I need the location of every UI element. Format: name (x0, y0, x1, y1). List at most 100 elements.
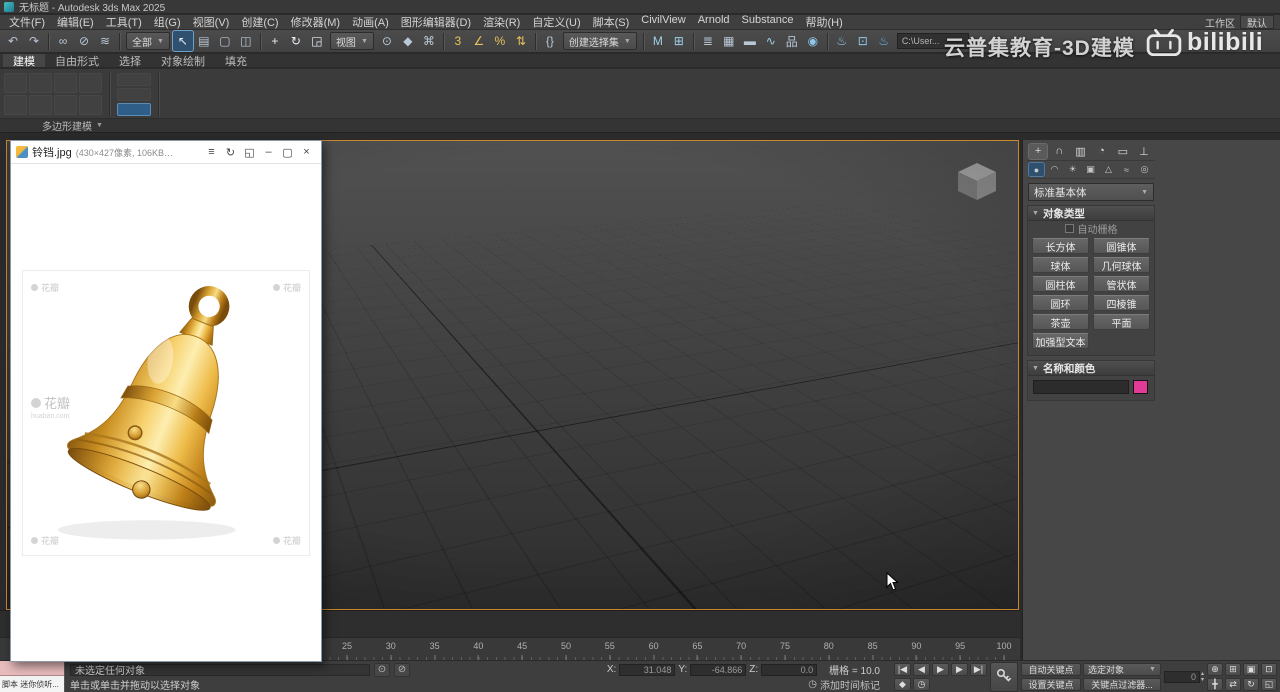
fullscreen-button[interactable]: ◱ (240, 143, 259, 161)
play-animation-button[interactable]: ▶ (932, 663, 949, 676)
angle-snap-toggle-icon[interactable]: ∠ (469, 31, 489, 51)
unlink-selection-icon[interactable]: ⊘ (74, 31, 94, 51)
object-button[interactable]: 四棱锥 (1093, 295, 1150, 311)
menu-item[interactable]: 帮助(H) (800, 14, 849, 30)
space-warps-category-icon[interactable]: ≈ (1119, 163, 1134, 176)
create-tab-icon[interactable]: + (1029, 144, 1047, 159)
ribbon-tool-button[interactable] (117, 88, 151, 101)
object-button[interactable]: 管状体 (1093, 276, 1150, 292)
set-key-button[interactable]: 设置关键点 (1021, 678, 1081, 691)
object-button[interactable]: 茶壶 (1032, 314, 1089, 330)
autogrid-checkbox[interactable]: 自动栅格 (1028, 221, 1154, 236)
curve-editor-icon[interactable]: ∿ (761, 31, 781, 51)
viewcube[interactable] (954, 159, 1000, 203)
ribbon-tool-button[interactable] (29, 95, 52, 115)
utilities-tab-icon[interactable]: ⊥ (1135, 144, 1153, 159)
y-coordinate-field[interactable]: -64.866 (690, 664, 746, 676)
previous-frame-button[interactable]: ◀ (913, 663, 930, 676)
use-pivot-center-icon[interactable]: ⊙ (377, 31, 397, 51)
selection-set-dropdown[interactable]: 选定对象 ▼ (1083, 663, 1161, 676)
isolate-selection-toggle[interactable]: ⊙ (374, 663, 390, 677)
selection-lock-toggle[interactable]: ⊘ (394, 663, 410, 677)
material-editor-icon[interactable]: ◉ (803, 31, 823, 51)
menu-item[interactable]: Arnold (692, 14, 736, 30)
select-and-rotate-icon[interactable]: ↻ (286, 31, 306, 51)
shapes-category-icon[interactable]: ◠ (1047, 163, 1062, 176)
toggle-layer-explorer-icon[interactable]: ▦ (719, 31, 739, 51)
select-by-name-icon[interactable]: ▤ (194, 31, 214, 51)
add-time-tag-button[interactable]: ◷ 添加时间标记 (808, 677, 880, 692)
menu-item[interactable]: 修改器(M) (285, 14, 347, 30)
ribbon-tool-button[interactable] (4, 73, 27, 93)
zoom-button[interactable]: ⊕ (1207, 663, 1223, 676)
frame-number-field[interactable]: 0 (1164, 671, 1200, 683)
next-frame-button[interactable]: ▶ (951, 663, 968, 676)
ribbon-tool-button[interactable] (117, 73, 151, 86)
ribbon-tool-button[interactable] (54, 95, 77, 115)
window-crossing-toggle-icon[interactable]: ◫ (236, 31, 256, 51)
menu-item[interactable]: 创建(C) (235, 14, 284, 30)
modify-tab-icon[interactable]: ∩ (1050, 144, 1068, 159)
lights-category-icon[interactable]: ☀ (1065, 163, 1080, 176)
hierarchy-tab-icon[interactable]: ▥ (1071, 144, 1089, 159)
frame-spinner[interactable]: ▴▾ (1201, 671, 1204, 683)
object-color-swatch[interactable] (1133, 380, 1148, 394)
select-object-icon[interactable]: ↖ (173, 31, 193, 51)
object-button[interactable]: 圆锥体 (1093, 238, 1150, 254)
ribbon-tool-button[interactable] (29, 73, 52, 93)
listener-macro-row[interactable] (0, 661, 64, 676)
ribbon-tool-button-active[interactable] (117, 103, 151, 116)
object-name-field[interactable] (1033, 380, 1129, 394)
object-button[interactable]: 圆环 (1032, 295, 1089, 311)
mirror-icon[interactable]: M (648, 31, 668, 51)
ribbon-tab[interactable]: 填充 (215, 54, 257, 67)
menu-item[interactable]: Substance (736, 14, 800, 30)
redo-icon[interactable]: ↷ (24, 31, 44, 51)
zoom-all-button[interactable]: ⊞ (1225, 663, 1241, 676)
display-tab-icon[interactable]: ▭ (1114, 144, 1132, 159)
select-and-manipulate-icon[interactable]: ◆ (398, 31, 418, 51)
maxscript-mini-listener[interactable]: 脚本 迷你侦听... (0, 661, 65, 692)
schematic-view-icon[interactable]: 品 (782, 31, 802, 51)
ribbon-tab[interactable]: 对象绘制 (151, 54, 215, 67)
menu-item[interactable]: 组(G) (148, 14, 187, 30)
zoom-region-button[interactable]: ⊡ (1261, 663, 1277, 676)
minimize-button[interactable]: – (259, 143, 278, 161)
object-button[interactable]: 加强型文本 (1032, 333, 1089, 349)
object-button[interactable]: 长方体 (1032, 238, 1089, 254)
menu-item[interactable]: 脚本(S) (587, 14, 636, 30)
key-filters-button[interactable]: 关键点过滤器... (1083, 678, 1161, 691)
viewer-menu-button[interactable]: ≡ (202, 143, 221, 161)
named-selection-sets-dropdown[interactable]: 创建选择集▼ (563, 32, 637, 50)
image-window-titlebar[interactable]: 铃铛.jpg (430×427像素, 106KB… ≡↻◱–▢× (11, 141, 321, 164)
workspace-dropdown[interactable]: 默认 (1240, 15, 1274, 29)
go-to-end-button[interactable]: ▶| (970, 663, 987, 676)
auto-key-button[interactable]: 自动关键点 (1021, 663, 1081, 676)
align-icon[interactable]: ⊞ (669, 31, 689, 51)
motion-tab-icon[interactable]: ◔ (1093, 144, 1111, 159)
object-button[interactable]: 球体 (1032, 257, 1089, 273)
spinner-snap-toggle-icon[interactable]: ⇅ (511, 31, 531, 51)
toggle-scene-explorer-icon[interactable]: ≣ (698, 31, 718, 51)
x-coordinate-field[interactable]: 31.048 (619, 664, 675, 676)
menu-item[interactable]: 文件(F) (3, 14, 51, 30)
primitive-type-dropdown[interactable]: 标准基本体 ▼ (1028, 183, 1154, 201)
helpers-category-icon[interactable]: △ (1101, 163, 1116, 176)
ribbon-tool-button[interactable] (79, 95, 102, 115)
reference-coordinate-dropdown[interactable]: 视图▼ (330, 32, 374, 50)
cameras-category-icon[interactable]: ▣ (1083, 163, 1098, 176)
ribbon-tool-button[interactable] (4, 95, 27, 115)
percent-snap-toggle-icon[interactable]: % (490, 31, 510, 51)
geometry-category-icon[interactable]: ● (1029, 163, 1044, 176)
close-button[interactable]: × (297, 143, 316, 161)
image-viewer-window[interactable]: 铃铛.jpg (430×427像素, 106KB… ≡↻◱–▢× (10, 140, 322, 662)
ribbon-footer[interactable]: 多边形建模 ▼ (0, 119, 1280, 133)
bind-to-space-warp-icon[interactable]: ≋ (95, 31, 115, 51)
z-coordinate-field[interactable]: 0.0 (761, 664, 817, 676)
menu-item[interactable]: 渲染(R) (477, 14, 526, 30)
menu-item[interactable]: 编辑(E) (51, 14, 100, 30)
object-button[interactable]: 圆柱体 (1032, 276, 1089, 292)
menu-item[interactable]: CivilView (635, 14, 691, 30)
snaps-toggle-3d-icon[interactable]: 3 (448, 31, 468, 51)
time-configuration-button[interactable]: ◷ (913, 678, 930, 691)
